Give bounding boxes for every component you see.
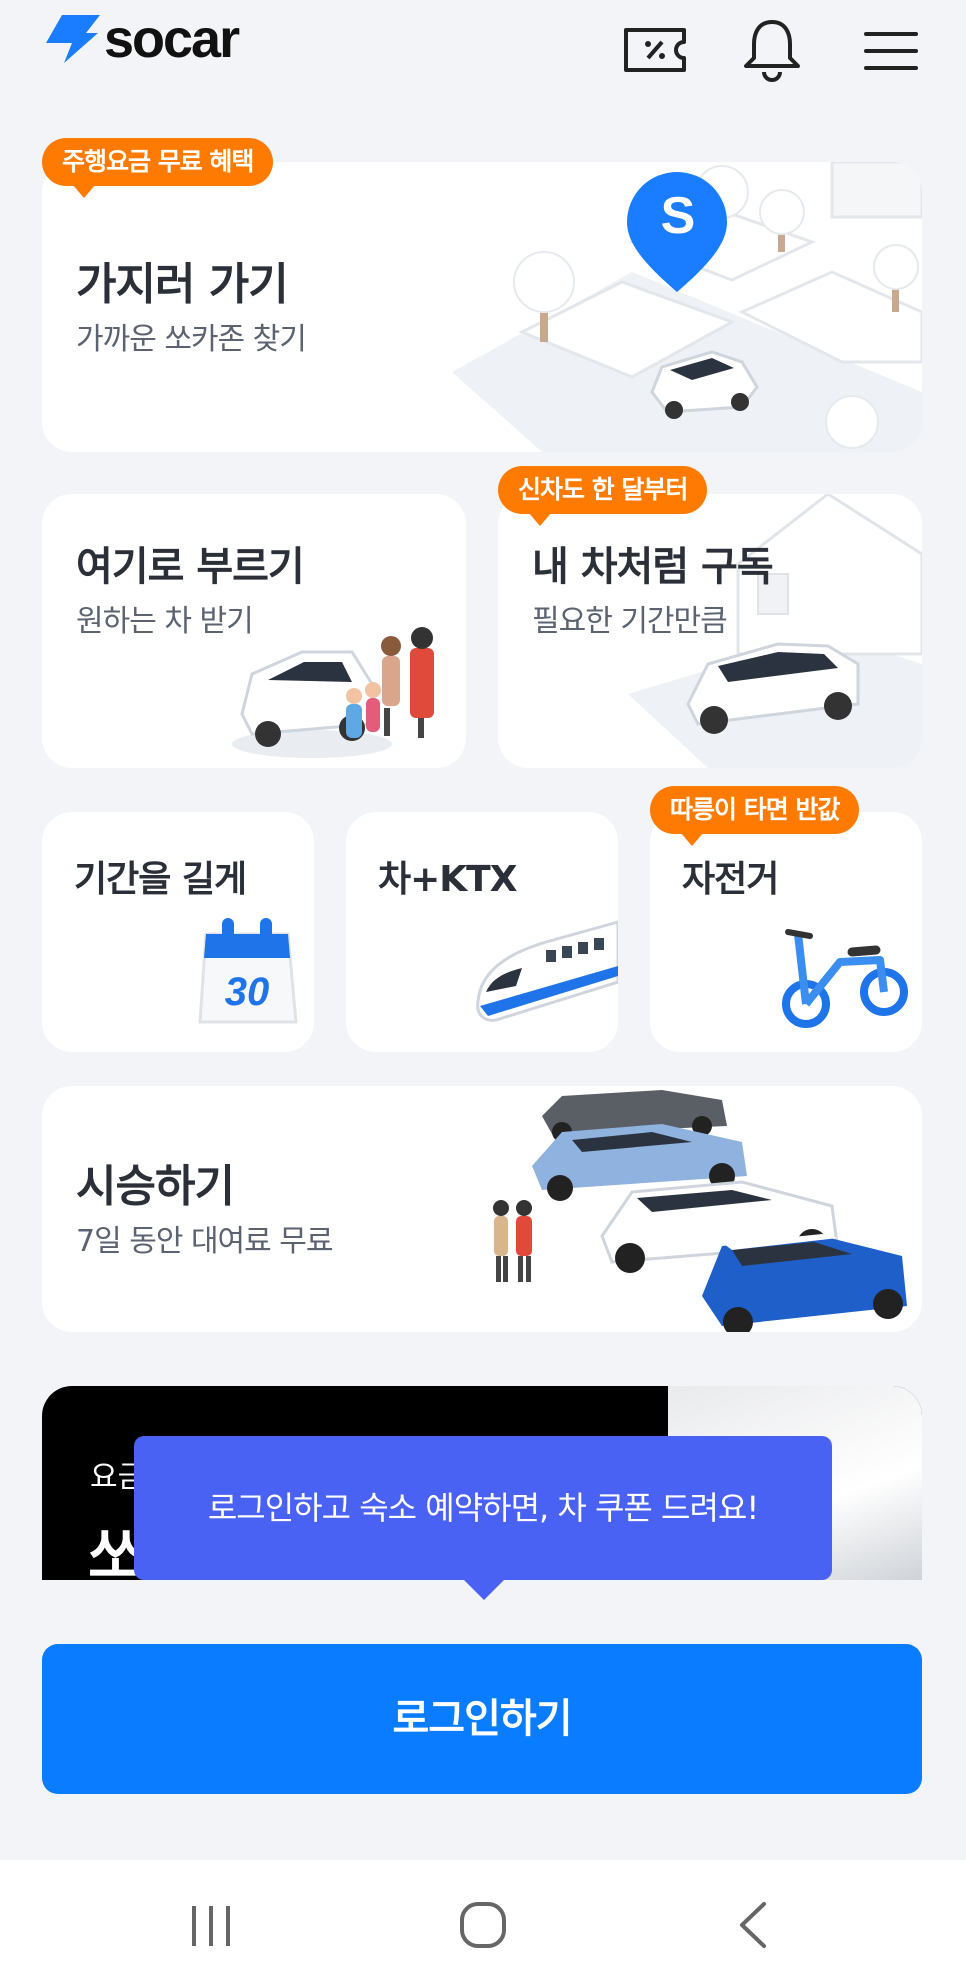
socar-logo-icon — [46, 15, 100, 63]
coupon-icon — [624, 28, 686, 72]
bicycle-title: 자전거 — [682, 859, 779, 900]
tooltip-text: 로그인하고 숙소 예약하면, 차 쿠폰 드려요! — [207, 1489, 759, 1527]
new-car-badge: 신차도 한 달부터 — [498, 466, 708, 526]
coupon-button[interactable] — [620, 22, 690, 78]
test-drive-card[interactable]: 시승하기 7일 동안 대여료 무료 — [42, 1086, 922, 1332]
system-navigation-bar — [0, 1860, 966, 1987]
subscription-card[interactable]: 내 차처럼 구독 필요한 기간만큼 — [498, 494, 922, 768]
login-button[interactable]: 로그인하기 — [42, 1644, 922, 1794]
calendar-number: 30 — [224, 970, 270, 1014]
recent-apps-icon — [192, 1906, 230, 1946]
app-header: socar — [0, 0, 966, 100]
test-drive-title: 시승하기 — [76, 1161, 235, 1212]
subscription-title: 내 차처럼 구독 — [532, 544, 774, 590]
socar-logo[interactable]: socar — [44, 9, 240, 69]
delivery-title: 여기로 부르기 — [76, 544, 305, 590]
pickup-subtitle: 가까운 쏘카존 찾기 — [76, 322, 307, 357]
back-icon — [740, 1902, 766, 1948]
notification-button[interactable] — [740, 16, 804, 82]
bell-icon — [744, 20, 800, 82]
subscription-subtitle: 필요한 기간만큼 — [532, 604, 728, 639]
home-button[interactable] — [458, 1900, 508, 1950]
menu-button[interactable] — [864, 28, 918, 74]
back-button[interactable] — [734, 1900, 774, 1950]
hamburger-icon — [864, 32, 918, 70]
login-button-label: 로그인하기 — [392, 1696, 573, 1742]
home-icon — [460, 1902, 506, 1948]
ktx-title: 차+KTX — [378, 859, 517, 900]
logo-text: socar — [104, 9, 240, 69]
bicycle-card[interactable]: 자전거 — [650, 812, 922, 1052]
pickup-title: 가지러 가기 — [76, 259, 289, 310]
socar-zone-pin-letter: S — [660, 187, 696, 245]
car-delivery-illustration — [232, 627, 434, 758]
test-drive-subtitle: 7일 동안 대여료 무료 — [76, 1224, 333, 1259]
bicycle-illustration — [782, 929, 908, 1028]
recent-apps-button[interactable] — [186, 1902, 236, 1950]
ktx-train-illustration — [476, 920, 618, 1022]
long-term-card[interactable]: 기간을 길게 30 — [42, 812, 314, 1052]
free-driving-badge: 주행요금 무료 혜택 — [42, 138, 274, 198]
long-term-title: 기간을 길게 — [74, 859, 247, 900]
pickup-card[interactable]: 가지러 가기 가까운 쏘카존 찾기 S — [42, 162, 922, 452]
bike-discount-badge: 따릉이 타면 반값 — [650, 786, 860, 846]
tooltip-arrow — [464, 1580, 504, 1600]
delivery-card[interactable]: 여기로 부르기 원하는 차 받기 — [42, 494, 466, 768]
cars-lineup-illustration — [493, 1090, 907, 1332]
delivery-subtitle: 원하는 차 받기 — [76, 604, 254, 639]
login-coupon-tooltip: 로그인하고 숙소 예약하면, 차 쿠폰 드려요! — [134, 1436, 832, 1600]
ktx-card[interactable]: 차+KTX — [346, 812, 618, 1052]
